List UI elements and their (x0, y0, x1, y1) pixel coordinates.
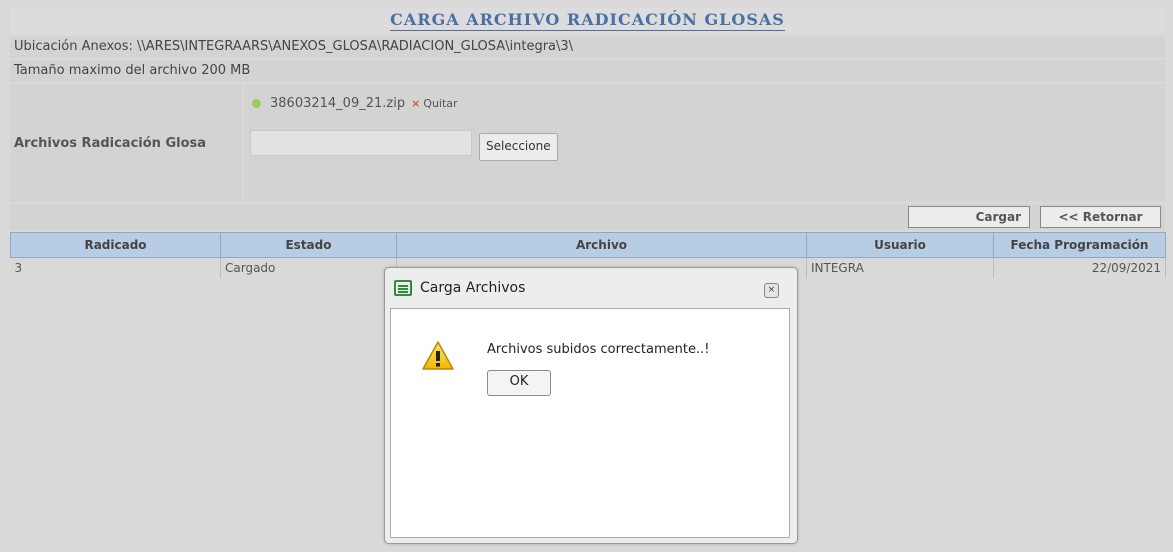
max-size-info: Tamaño maximo del archivo 200 MB (10, 60, 1165, 82)
file-input-field[interactable] (250, 130, 472, 156)
ok-button[interactable]: OK (487, 370, 551, 396)
action-bar: Cargar << Retornar (10, 204, 1165, 230)
dialog-message: Archivos subidos correctamente..! (487, 342, 710, 357)
upload-cell: 38603214_09_21.zip × Quitar Seleccione (244, 84, 1165, 202)
document-icon (394, 280, 412, 296)
upload-label: Archivos Radicación Glosa (10, 84, 242, 202)
location-info: Ubicación Anexos: \\ARES\INTEGRAARS\ANEX… (10, 36, 1165, 58)
close-icon[interactable]: × (764, 283, 779, 298)
col-header-estado[interactable]: Estado (220, 232, 397, 258)
alert-dialog: Carga Archivos × Archivos subidos correc… (384, 267, 798, 544)
remove-icon: × (411, 97, 421, 110)
select-file-button[interactable]: Seleccione (479, 133, 558, 161)
page-title: CARGA ARCHIVO RADICACIÓN GLOSAS (390, 10, 785, 31)
cell-usuario: INTEGRA (806, 257, 994, 278)
remove-file-link[interactable]: × Quitar (411, 97, 457, 110)
upload-button[interactable]: Cargar (908, 206, 1030, 228)
status-dot-icon (252, 99, 261, 108)
col-header-radicado[interactable]: Radicado (10, 232, 221, 258)
dialog-body: Archivos subidos correctamente..! OK (390, 308, 790, 538)
remove-label: Quitar (423, 97, 458, 110)
title-row: CARGA ARCHIVO RADICACIÓN GLOSAS (10, 8, 1165, 34)
page-container: CARGA ARCHIVO RADICACIÓN GLOSAS Ubicació… (10, 8, 1166, 278)
table-header-row: Radicado Estado Archivo Usuario Fecha Pr… (10, 232, 1166, 258)
back-button[interactable]: << Retornar (1040, 206, 1161, 228)
cell-radicado: 3 (10, 257, 221, 278)
warning-icon (422, 341, 454, 370)
uploaded-file-name: 38603214_09_21.zip (270, 96, 406, 111)
cell-estado: Cargado (220, 257, 397, 278)
dialog-titlebar[interactable]: Carga Archivos (385, 268, 797, 308)
upload-section: Archivos Radicación Glosa 38603214_09_21… (10, 84, 1165, 202)
col-header-fecha[interactable]: Fecha Programación (993, 232, 1166, 258)
dialog-title: Carga Archivos (420, 280, 526, 296)
col-header-usuario[interactable]: Usuario (806, 232, 994, 258)
col-header-archivo[interactable]: Archivo (396, 232, 807, 258)
cell-fecha: 22/09/2021 (993, 257, 1166, 278)
uploaded-file-item: 38603214_09_21.zip × Quitar (252, 96, 458, 111)
